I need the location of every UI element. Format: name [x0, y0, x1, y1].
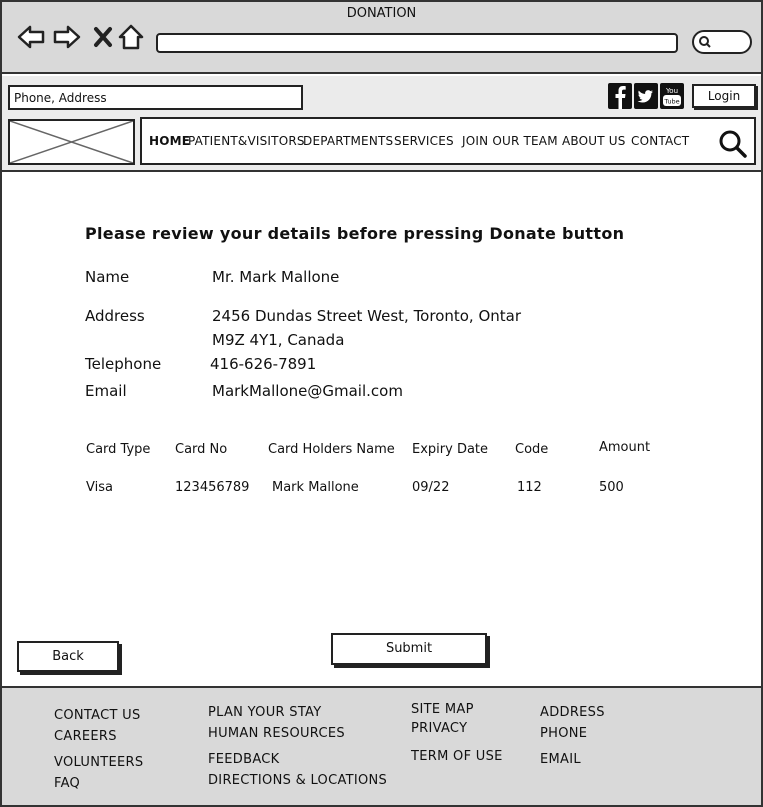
card-header-amount: Amount	[599, 440, 651, 455]
footer-email[interactable]: EMAIL	[540, 752, 581, 767]
svg-text:You: You	[665, 87, 678, 95]
footer-faq[interactable]: FAQ	[54, 776, 80, 791]
card-expiry-value: 09/22	[412, 480, 450, 495]
twitter-icon[interactable]	[634, 83, 658, 109]
footer-term-of-use[interactable]: TERM OF USE	[411, 749, 503, 764]
card-header-expiry: Expiry Date	[412, 442, 489, 457]
submit-button[interactable]: Submit	[331, 633, 487, 665]
card-header-holder: Card Holders Name	[268, 442, 395, 457]
footer-human-resources[interactable]: HUMAN RESOURCES	[208, 726, 345, 741]
page-heading: Please review your details before pressi…	[85, 224, 625, 243]
email-label: Email	[85, 382, 127, 400]
phone-address-input[interactable]	[8, 85, 303, 110]
footer-contact-us[interactable]: CONTACT US	[54, 708, 141, 723]
search-icon	[699, 36, 711, 48]
footer-phone[interactable]: PHONE	[540, 726, 587, 741]
footer-privacy[interactable]: PRIVACY	[411, 721, 467, 736]
back-arrow-icon[interactable]	[16, 22, 46, 52]
telephone-label: Telephone	[85, 355, 162, 373]
telephone-value: 416-626-7891	[210, 355, 317, 373]
main-nav: HOME PATIENT&VISITORS DEPARTMENTS SERVIC…	[140, 117, 756, 165]
svg-text:Tube: Tube	[663, 98, 679, 106]
nav-departments[interactable]: DEPARTMENTS	[303, 134, 393, 148]
footer-directions-locations[interactable]: DIRECTIONS & LOCATIONS	[208, 773, 387, 788]
card-header-code: Code	[515, 442, 549, 457]
forward-arrow-icon[interactable]	[52, 22, 82, 52]
browser-search-box[interactable]	[692, 30, 752, 54]
nav-services[interactable]: SERVICES	[394, 134, 454, 148]
url-bar[interactable]	[156, 33, 678, 53]
card-header-type: Card Type	[86, 442, 151, 457]
footer-feedback[interactable]: FEEDBACK	[208, 752, 280, 767]
facebook-icon[interactable]	[608, 83, 632, 109]
footer-volunteers[interactable]: VOLUNTEERS	[54, 755, 143, 770]
nav-contact[interactable]: CONTACT	[631, 134, 689, 148]
nav-join-our-team[interactable]: JOIN OUR TEAM	[462, 134, 558, 148]
logo-placeholder	[8, 119, 135, 165]
search-icon[interactable]	[718, 129, 748, 159]
card-number-value: 123456789	[175, 480, 250, 495]
name-label: Name	[85, 268, 130, 286]
card-amount-value: 500	[599, 480, 624, 495]
footer-plan-your-stay[interactable]: PLAN YOUR STAY	[208, 705, 321, 720]
name-value: Mr. Mark Mallone	[212, 268, 340, 286]
email-value: MarkMallone@Gmail.com	[212, 382, 403, 400]
address-line2: M9Z 4Y1, Canada	[212, 331, 345, 349]
address-label: Address	[85, 307, 145, 325]
home-icon[interactable]	[116, 22, 146, 52]
nav-about-us[interactable]: ABOUT US	[562, 134, 626, 148]
back-button[interactable]: Back	[17, 641, 119, 672]
card-holder-value: Mark Mallone	[272, 480, 359, 495]
card-header-number: Card No	[175, 442, 228, 457]
window-title: DONATION	[346, 6, 417, 21]
address-line1: 2456 Dundas Street West, Toronto, Ontar	[212, 307, 522, 325]
footer: CONTACT US CAREERS VOLUNTEERS FAQ PLAN Y…	[2, 686, 761, 805]
nav-patient-visitors[interactable]: PATIENT&VISITORS	[188, 134, 305, 148]
login-button[interactable]: Login	[692, 84, 756, 108]
footer-site-map[interactable]: SITE MAP	[411, 702, 474, 717]
image-placeholder-icon	[9, 120, 134, 164]
card-code-value: 112	[517, 480, 542, 495]
nav-home[interactable]: HOME	[149, 134, 190, 148]
site-header: You Tube Login HOME PATIENT&VISITORS DEP…	[2, 76, 761, 172]
browser-chrome: DONATION	[2, 2, 761, 74]
youtube-icon[interactable]: You Tube	[660, 83, 684, 109]
footer-address[interactable]: ADDRESS	[540, 705, 605, 720]
card-type-value: Visa	[86, 480, 113, 495]
footer-careers[interactable]: CAREERS	[54, 729, 117, 744]
